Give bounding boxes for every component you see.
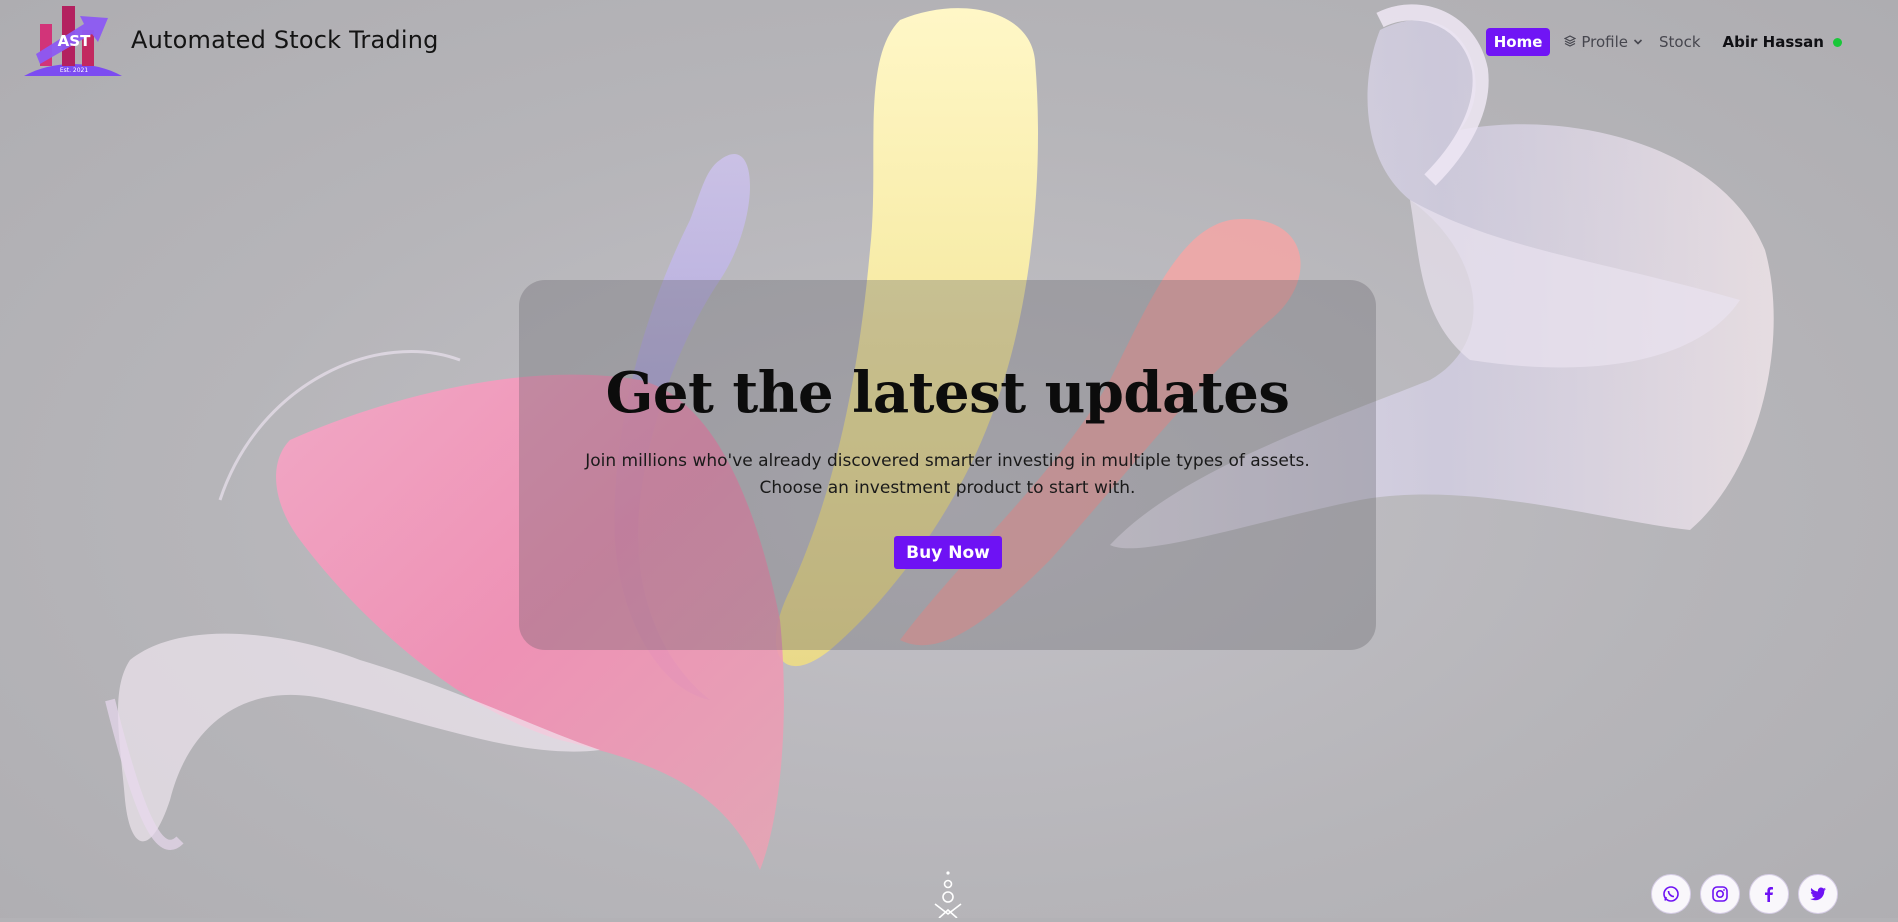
- scroll-down-icon[interactable]: [933, 870, 963, 919]
- logo-est-text: Est. 2021: [60, 67, 89, 74]
- chevron-down-icon: [1633, 33, 1643, 51]
- hero-subtext: Join millions who've already discovered …: [519, 448, 1376, 502]
- nav-stock[interactable]: Stock: [1651, 28, 1709, 56]
- nav-profile-dropdown[interactable]: Profile: [1556, 28, 1651, 56]
- hero-subtext-line-1: Join millions who've already discovered …: [585, 451, 1310, 471]
- nav-profile-label: Profile: [1581, 33, 1629, 51]
- user-name: Abir Hassan: [1722, 33, 1824, 51]
- nav-user[interactable]: Abir Hassan: [1715, 28, 1850, 56]
- facebook-icon[interactable]: [1749, 874, 1789, 914]
- layers-icon: [1564, 33, 1577, 51]
- social-links: [1651, 874, 1838, 914]
- whatsapp-icon[interactable]: [1651, 874, 1691, 914]
- ast-logo[interactable]: AST Est. 2021: [22, 2, 126, 80]
- hero-headline: Get the latest updates: [605, 360, 1290, 426]
- nav-home-label: Home: [1493, 33, 1543, 51]
- online-status-dot: [1833, 37, 1842, 47]
- instagram-icon[interactable]: [1700, 874, 1740, 914]
- nav-stock-label: Stock: [1659, 33, 1701, 51]
- twitter-icon[interactable]: [1798, 874, 1838, 914]
- buy-now-button[interactable]: Buy Now: [894, 536, 1002, 569]
- hero-card: Get the latest updates Join millions who…: [519, 280, 1376, 650]
- top-navbar: AST Est. 2021 Automated Stock Trading Ho…: [0, 0, 1898, 84]
- brand-title[interactable]: Automated Stock Trading: [131, 26, 439, 54]
- hero-subtext-line-2: Choose an investment product to start wi…: [759, 478, 1136, 498]
- nav-home[interactable]: Home: [1485, 28, 1551, 56]
- nav-menu: Home Profile Stock Abir Hassan: [1485, 27, 1850, 57]
- logo-text: AST: [58, 32, 91, 50]
